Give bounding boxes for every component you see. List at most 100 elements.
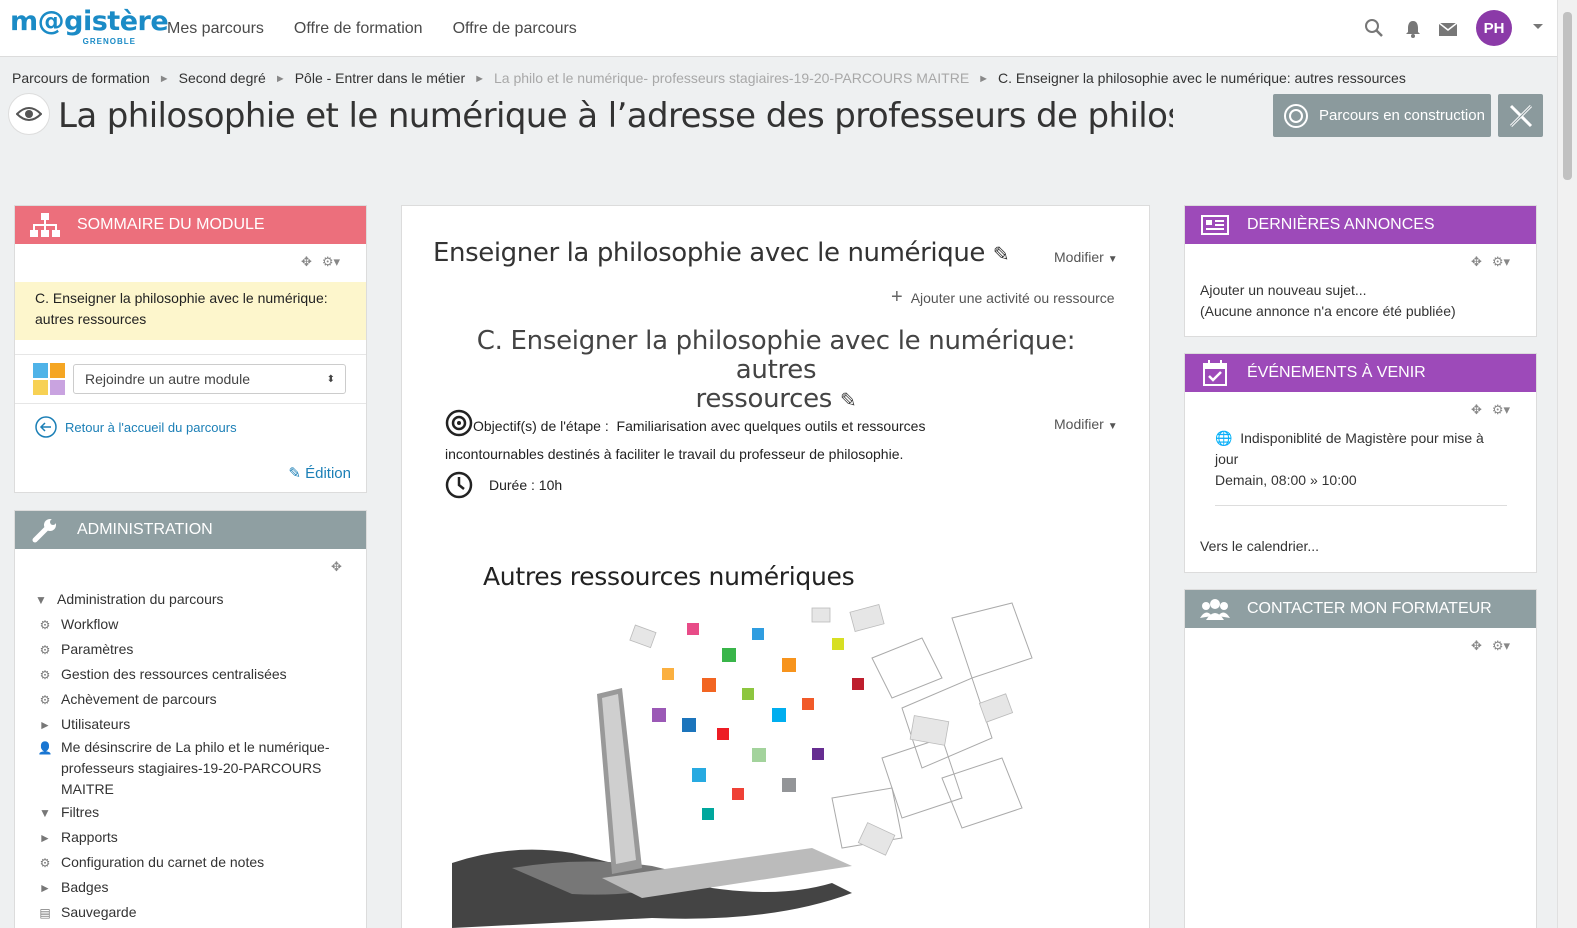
events-block: ÉVÉNEMENTS À VENIR ✥ ⚙▾ 🌐 Indisponiblité … [1184, 353, 1537, 573]
gear-icon: ⚙ [39, 668, 51, 682]
tree-item-label: Sauvegarde [61, 904, 137, 920]
section-title: C. Enseigner la philosophie avec le numé… [452, 327, 1100, 415]
main-content: Enseigner la philosophie avec le numériq… [401, 205, 1150, 928]
calendar-check-icon [1197, 360, 1233, 386]
tree-item[interactable]: ► Badges [33, 875, 329, 900]
file-icon: ▤ [39, 906, 51, 920]
breadcrumb-item[interactable]: La philo et le numérique- professeurs st… [494, 70, 969, 88]
contact-header: CONTACTER MON FORMATEUR [1185, 590, 1536, 628]
tree-item-label: MAITRE [61, 781, 114, 797]
tree-item[interactable]: ▤ Sauvegarde [33, 900, 329, 925]
contact-title: CONTACTER MON FORMATEUR [1247, 600, 1492, 617]
chevron-down-icon: ▼ [1107, 254, 1118, 265]
tree-item-label: Filtres [61, 804, 100, 820]
objective-line: Familiarisation avec quelques outils et … [616, 418, 926, 434]
wrench-icon [27, 517, 63, 543]
gear-icon: ⚙ [39, 643, 51, 657]
event-date: Demain, 08:00 » 10:00 [1215, 472, 1357, 488]
parcours-status-button[interactable]: Parcours en construction [1273, 94, 1491, 137]
tree-item[interactable]: ⚙ Configuration du carnet de notes [33, 850, 329, 875]
current-module-item[interactable]: C. Enseigner la philosophie avec le numé… [15, 282, 366, 340]
bell-icon[interactable] [1404, 19, 1422, 44]
scrollbar-thumb[interactable] [1563, 12, 1572, 180]
nav-mes-parcours[interactable]: Mes parcours [167, 20, 264, 38]
move-icon[interactable]: ✥ [331, 559, 342, 575]
search-icon[interactable] [1364, 18, 1384, 43]
edit-mode-toggle-button[interactable] [1498, 94, 1543, 137]
announcements-title: DERNIÈRES ANNONCES [1247, 216, 1435, 233]
breadcrumb-separator-icon: ► [978, 73, 990, 85]
user-menu-chevron-icon[interactable] [1533, 24, 1543, 29]
gear-icon[interactable]: ⚙▾ [1492, 638, 1510, 654]
tree-item-label: Workflow [61, 616, 119, 632]
caret-right-icon: ► [39, 881, 51, 895]
tree-item-label: Utilisateurs [61, 716, 131, 732]
users-icon [1197, 598, 1233, 620]
tree-item[interactable]: ⚙ Paramètres [33, 637, 329, 662]
logo-subtitle: GRENOBLE [82, 37, 136, 46]
breadcrumb-item[interactable]: Pôle - Entrer dans le métier [295, 70, 465, 88]
move-icon[interactable]: ✥ [301, 254, 312, 270]
back-to-parcours-link[interactable]: Retour à l'accueil du parcours [35, 416, 237, 438]
sitemap-icon [27, 213, 63, 237]
chevron-down-icon: ▼ [1107, 421, 1118, 432]
magistere-logo[interactable]: m@gistère GRENOBLE [10, 8, 169, 48]
pencil-icon: ✎ [288, 465, 301, 482]
modify-section-button[interactable]: Modifier ▼ [1054, 416, 1118, 432]
gear-icon: ⚙ [39, 856, 51, 870]
tree-item[interactable]: ⚙ Workflow [33, 612, 329, 637]
breadcrumb-separator-icon: ► [158, 73, 170, 85]
administration-block: ADMINISTRATION ✥ ▼ Administration du parc… [14, 510, 367, 928]
nav-offre-parcours[interactable]: Offre de parcours [453, 20, 577, 38]
add-activity-link[interactable]: + Ajouter une activité ou ressource [891, 286, 1115, 309]
status-label: Parcours en construction [1319, 107, 1485, 124]
tree-item[interactable]: ⚙ Achèvement de parcours [33, 687, 329, 712]
breadcrumb-item[interactable]: Parcours de formation [12, 70, 150, 88]
construction-status-icon [1284, 103, 1308, 128]
objective-line: incontournables destinés à faciliter le … [445, 446, 904, 462]
no-announcement-text: (Aucune annonce n'a encore été publiée) [1200, 303, 1456, 319]
page-scrollbar[interactable] [1557, 0, 1577, 928]
tree-item[interactable]: 👤 Me désinscrire de La philo et le numéri… [33, 737, 330, 800]
tree-item[interactable]: ▼ Administration du parcours [33, 587, 329, 612]
gear-icon[interactable]: ⚙▾ [1492, 402, 1510, 418]
user-icon: 👤 [37, 741, 53, 755]
mail-icon[interactable] [1438, 22, 1458, 42]
modify-menu-button[interactable]: Modifier ▼ [1054, 249, 1118, 265]
move-icon[interactable]: ✥ [1471, 638, 1482, 654]
tree-item[interactable]: ⚙ Gestion des ressources centralisées [33, 662, 329, 687]
tree-item[interactable]: ▼ Filtres [33, 800, 329, 825]
objective-text: Objectif(s) de l'étape : Familiarisation… [445, 409, 985, 465]
caret-right-icon: ► [39, 718, 51, 732]
user-avatar[interactable]: PH [1476, 10, 1512, 46]
visibility-eye-icon[interactable] [8, 93, 50, 135]
laptop-hand-illustration [452, 598, 1042, 928]
event-item[interactable]: 🌐 Indisponiblité de Magistère pour mise … [1215, 428, 1515, 470]
gear-icon[interactable]: ⚙▾ [322, 254, 340, 270]
modify-label: Modifier [1054, 249, 1104, 265]
plus-icon: + [891, 286, 903, 308]
pencil-icon[interactable]: ✎ [993, 242, 1010, 266]
tree-item-label: Administration du parcours [57, 591, 224, 607]
breadcrumb-separator-icon: ► [474, 73, 485, 85]
module-select[interactable]: Rejoindre un autre module ⬍ [73, 364, 346, 394]
tree-item-label: professeurs stagiaires-19-20-PARCOURS [61, 760, 322, 776]
breadcrumb-item-current: C. Enseigner la philosophie avec le numé… [998, 70, 1406, 86]
section-title-line: C. Enseigner la philosophie avec le numé… [476, 326, 1076, 385]
sommaire-header: SOMMAIRE DU MODULE [15, 206, 366, 244]
move-icon[interactable]: ✥ [1471, 254, 1482, 270]
calendar-link[interactable]: Vers le calendrier... [1200, 536, 1319, 557]
move-icon[interactable]: ✥ [1471, 402, 1482, 418]
gear-icon[interactable]: ⚙▾ [1492, 254, 1510, 270]
nav-offre-formation[interactable]: Offre de formation [294, 20, 423, 38]
tree-item[interactable]: ► Rapports [33, 825, 329, 850]
add-topic-link[interactable]: Ajouter un nouveau sujet... [1200, 280, 1367, 301]
tree-item[interactable]: ► Utilisateurs [33, 712, 329, 737]
edit-link[interactable]: ✎ Édition [288, 464, 351, 482]
module-select-value: Rejoindre un autre module [85, 371, 250, 387]
announcements-block: DERNIÈRES ANNONCES ✥ ⚙▾ Ajouter un nouvea… [1184, 205, 1537, 337]
breadcrumb-item[interactable]: Second degré [179, 70, 266, 88]
edit-label: Édition [305, 465, 351, 482]
administration-header: ADMINISTRATION [15, 511, 366, 549]
modify-label: Modifier [1054, 416, 1104, 432]
